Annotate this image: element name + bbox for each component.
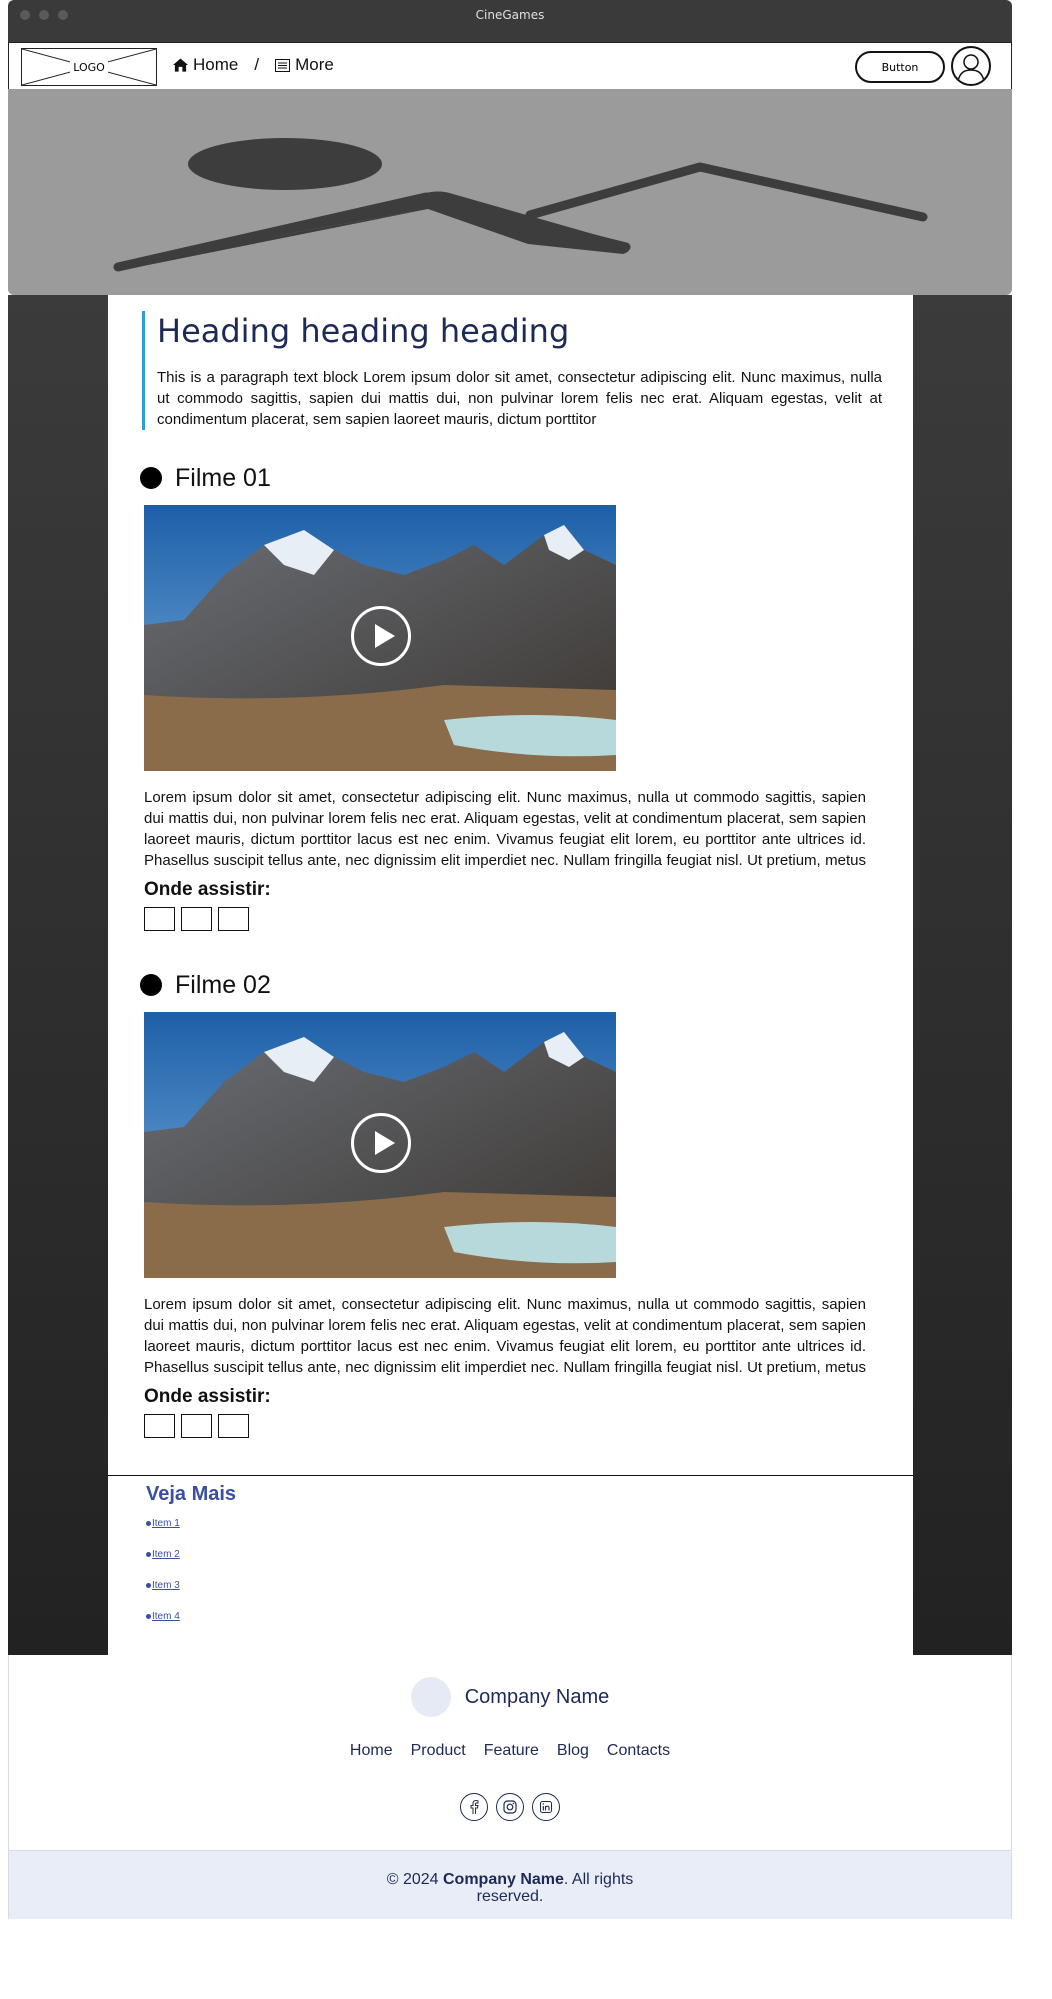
video-thumbnail[interactable] bbox=[144, 1012, 616, 1278]
copyright-company: Company Name bbox=[443, 1871, 564, 1888]
image-placeholder-icon bbox=[113, 138, 928, 272]
copyright-prefix: © 2024 bbox=[386, 1871, 443, 1888]
page-title: Heading heading heading bbox=[157, 312, 570, 350]
facebook-icon[interactable] bbox=[460, 1793, 488, 1821]
platform-placeholder[interactable] bbox=[181, 907, 212, 931]
user-avatar-icon[interactable] bbox=[951, 46, 991, 86]
footer-link-blog[interactable]: Blog bbox=[557, 1742, 589, 1760]
film-header: Filme 02 bbox=[140, 970, 870, 1000]
breadcrumb-home[interactable]: Home bbox=[173, 55, 238, 75]
platform-placeholder[interactable] bbox=[181, 1414, 212, 1438]
company-logo-icon bbox=[410, 1677, 451, 1717]
film-title: Filme 02 bbox=[175, 970, 271, 999]
platform-list bbox=[144, 1414, 870, 1438]
footer-link-contacts[interactable]: Contacts bbox=[607, 1742, 670, 1760]
breadcrumb: Home / More bbox=[173, 55, 334, 75]
where-to-watch-label: Onde assistir: bbox=[144, 1386, 271, 1407]
window-title: CineGames bbox=[475, 8, 545, 22]
platform-placeholder[interactable] bbox=[218, 1414, 249, 1438]
where-to-watch-label: Onde assistir: bbox=[144, 879, 271, 900]
logo-text: LOGO bbox=[73, 61, 105, 74]
breadcrumb-separator: / bbox=[254, 55, 260, 74]
see-more-section: Veja Mais Item 1 Item 2 Item 3 Item 4 bbox=[146, 1483, 236, 1642]
instagram-icon[interactable] bbox=[496, 1793, 524, 1821]
footer-link-home[interactable]: Home bbox=[350, 1742, 393, 1760]
see-more-title: Veja Mais bbox=[146, 1483, 237, 1505]
breadcrumb-more-label: More bbox=[295, 55, 334, 74]
platform-placeholder[interactable] bbox=[144, 1414, 175, 1438]
film-title: Filme 01 bbox=[175, 463, 271, 492]
footer-link-feature[interactable]: Feature bbox=[484, 1742, 539, 1760]
list-item: Item 4 bbox=[146, 1611, 236, 1622]
play-icon[interactable] bbox=[351, 1113, 411, 1173]
platform-placeholder[interactable] bbox=[218, 907, 249, 931]
intro-block: Heading heading heading This is a paragr… bbox=[142, 311, 882, 430]
see-more-link[interactable]: Item 4 bbox=[152, 1611, 180, 1622]
company-name: Company Name bbox=[464, 1685, 610, 1708]
list-item: Item 2 bbox=[146, 1549, 236, 1560]
film-card: Filme 01 Lorem ipsum dolor sit amet, con… bbox=[140, 463, 870, 931]
film-description: Lorem ipsum dolor sit amet, consectetur … bbox=[144, 1296, 866, 1376]
list-item: Item 3 bbox=[146, 1580, 236, 1591]
platform-list bbox=[144, 907, 870, 931]
copyright-text: © 2024 Company Name. All rights reserved… bbox=[370, 1871, 650, 1905]
title-bar: CineGames bbox=[8, 0, 1012, 42]
navbar: LOGO Home / More Button bbox=[8, 42, 1012, 90]
home-icon bbox=[173, 58, 188, 72]
footer-nav: Home Product Feature Blog Contacts bbox=[9, 1742, 1011, 1760]
logo[interactable]: LOGO bbox=[21, 48, 157, 86]
footer-brand[interactable]: Company Name bbox=[9, 1677, 1011, 1717]
copyright-bar: © 2024 Company Name. All rights reserved… bbox=[9, 1850, 1011, 1919]
hero-image-placeholder bbox=[8, 89, 1012, 295]
film-card: Filme 02 Lorem ipsum dolor sit amet, con… bbox=[140, 970, 870, 1438]
play-icon[interactable] bbox=[351, 606, 411, 666]
see-more-link[interactable]: Item 2 bbox=[152, 1549, 180, 1560]
browser-window: CineGames LOGO Home / More Button Headin… bbox=[8, 0, 1012, 1919]
video-thumbnail[interactable] bbox=[144, 505, 616, 771]
intro-paragraph: This is a paragraph text block Lorem ips… bbox=[157, 369, 882, 428]
list-item: Item 1 bbox=[146, 1518, 236, 1529]
breadcrumb-more[interactable]: More bbox=[275, 55, 334, 75]
bullet-icon bbox=[140, 467, 162, 489]
film-header: Filme 01 bbox=[140, 463, 870, 493]
breadcrumb-home-label: Home bbox=[193, 55, 239, 74]
divider bbox=[108, 1475, 913, 1476]
social-links bbox=[9, 1793, 1011, 1821]
platform-placeholder[interactable] bbox=[144, 907, 175, 931]
nav-button[interactable]: Button bbox=[855, 51, 945, 83]
user-avatar-shape bbox=[957, 54, 985, 82]
see-more-list: Item 1 Item 2 Item 3 Item 4 bbox=[146, 1518, 236, 1622]
footer-link-product[interactable]: Product bbox=[411, 1742, 466, 1760]
list-icon bbox=[275, 58, 291, 72]
see-more-link[interactable]: Item 3 bbox=[152, 1580, 180, 1591]
bullet-icon bbox=[140, 974, 162, 996]
linkedin-icon[interactable] bbox=[532, 1793, 560, 1821]
film-description: Lorem ipsum dolor sit amet, consectetur … bbox=[144, 789, 866, 869]
see-more-link[interactable]: Item 1 bbox=[152, 1518, 180, 1529]
footer: Company Name Home Product Feature Blog C… bbox=[8, 1655, 1012, 1919]
main-content: Heading heading heading This is a paragr… bbox=[108, 295, 913, 1655]
